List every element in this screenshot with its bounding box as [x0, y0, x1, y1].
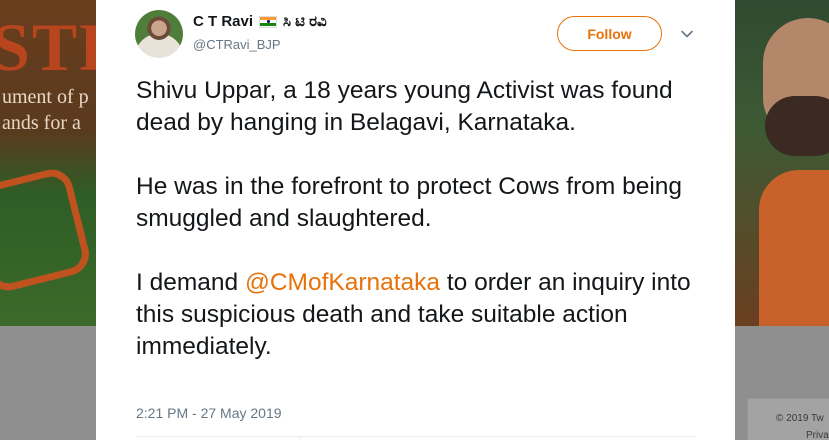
footer-privacy-link[interactable]: Priva	[806, 430, 829, 440]
divider	[136, 436, 696, 437]
chevron-down-icon[interactable]	[680, 27, 694, 41]
background-banner-title: STR	[0, 9, 96, 85]
background-left-panel: STR ument of p ands for a	[0, 0, 96, 326]
author-name-row[interactable]: C T Ravi ಸಿ ಟಿ ರವಿ	[193, 13, 327, 30]
tweet-text: Shivu Uppar, a 18 years young Activist w…	[136, 75, 716, 395]
tweet-text-segment: I demand	[136, 269, 245, 296]
tweet-card: C T Ravi ಸಿ ಟಿ ರವಿ @CTRavi_BJP Follow Sh…	[96, 0, 735, 440]
display-name[interactable]: C T Ravi	[193, 13, 253, 30]
footer-copyright: © 2019 Tw	[776, 413, 824, 424]
follow-button[interactable]: Follow	[557, 16, 662, 51]
tweet-timestamp[interactable]: 2:21 PM - 27 May 2019	[136, 405, 282, 421]
user-handle[interactable]: @CTRavi_BJP	[193, 37, 281, 52]
tweet-paragraph: He was in the forefront to protect Cows …	[136, 173, 683, 232]
tweet-paragraph: I demand @CMofKarnataka to order an inqu…	[136, 267, 716, 363]
avatar[interactable]	[135, 10, 183, 58]
background-stamp-logo	[0, 165, 94, 295]
background-right-photo	[735, 0, 829, 326]
divider	[300, 436, 301, 440]
background-banner-line: ands for a	[2, 112, 81, 134]
background-person-beard	[765, 96, 829, 156]
india-flag-icon	[259, 15, 278, 28]
background-banner-line: ument of p	[2, 86, 89, 108]
tweet-paragraph: Shivu Uppar, a 18 years young Activist w…	[136, 77, 673, 136]
background-person-shirt	[759, 170, 829, 326]
mention-link[interactable]: @CMofKarnataka	[245, 269, 440, 296]
kannada-name[interactable]: ಸಿ ಟಿ ರವಿ	[283, 13, 327, 30]
